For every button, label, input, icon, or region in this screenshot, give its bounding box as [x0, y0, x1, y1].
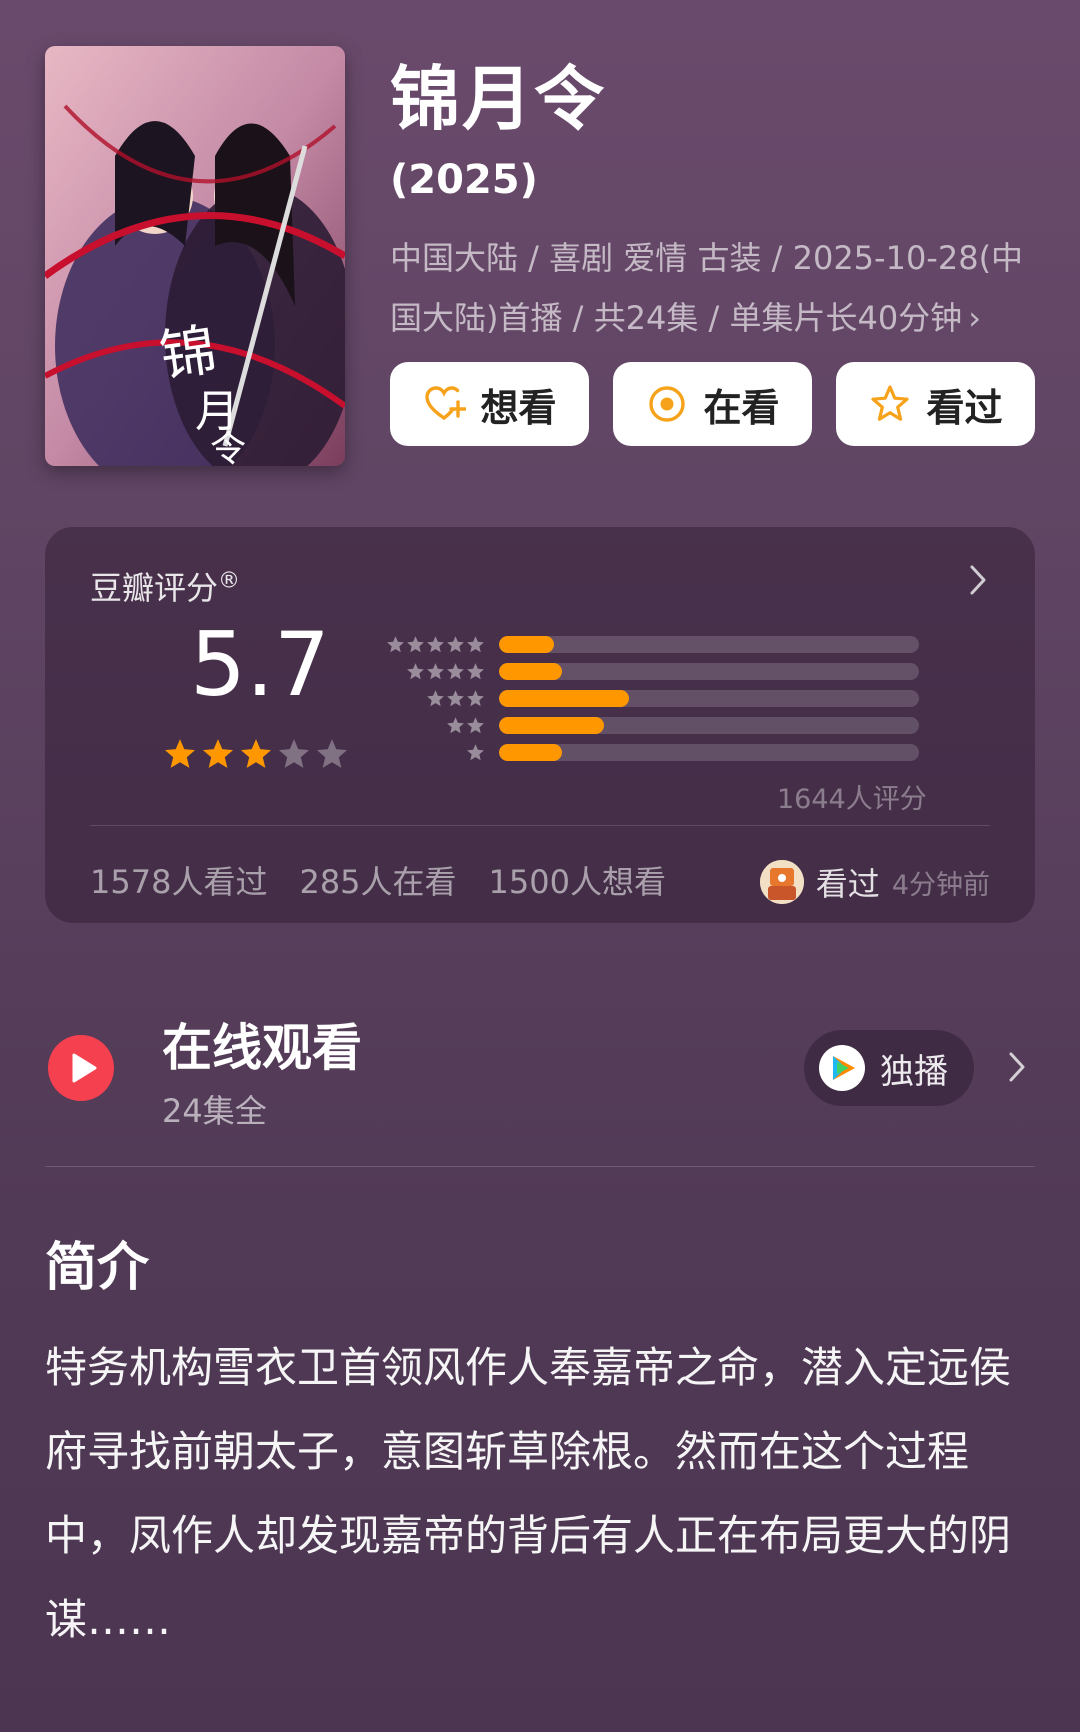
divider — [90, 825, 990, 826]
star-small-icon — [447, 717, 464, 734]
rating-bar-track — [499, 663, 919, 680]
svg-text:锦: 锦 — [156, 318, 221, 390]
action-buttons: 想看 在看 看过 — [390, 362, 1035, 446]
rating-row-stars — [375, 689, 485, 708]
friend-action: 看过 — [815, 865, 880, 903]
watched-label: 看过 — [926, 385, 1003, 430]
stat-watching[interactable]: 285人在看 — [299, 857, 456, 903]
rating-bar-fill — [499, 690, 630, 707]
chevron-right-icon: › — [968, 299, 981, 337]
friend-activity[interactable]: 看过 4分钟前 — [759, 859, 990, 905]
want-to-watch-button[interactable]: 想看 — [390, 362, 589, 446]
watching-button[interactable]: 在看 — [613, 362, 812, 446]
watching-label: 在看 — [703, 385, 780, 430]
rating-row-4-star — [375, 658, 919, 685]
rating-label-text: 豆瓣评分 — [90, 569, 219, 607]
rating-bar-fill — [499, 636, 554, 653]
movie-title: 锦月令 — [390, 58, 606, 140]
rating-bar-track — [499, 717, 919, 734]
stat-want[interactable]: 1500人想看 — [489, 857, 666, 903]
rating-row-stars — [375, 743, 485, 762]
avatar-image — [759, 860, 804, 904]
star-small-icon — [407, 663, 424, 680]
star-small-icon — [447, 636, 464, 653]
rating-row-5-star — [375, 631, 919, 658]
star-empty-icon — [316, 739, 348, 768]
rating-bar-fill — [499, 717, 604, 734]
rating-bar-track — [499, 744, 919, 761]
play-icon[interactable] — [47, 1034, 115, 1102]
rating-count: 1644人评分 — [777, 784, 927, 815]
star-small-icon — [407, 636, 424, 653]
want-to-watch-label: 想看 — [480, 385, 557, 430]
episode-count: 24集全 — [162, 1092, 267, 1130]
rating-distribution — [375, 631, 919, 766]
rating-row-3-star — [375, 685, 919, 712]
rating-card[interactable]: 豆瓣评分® 5.7 1644人评分 1578人看过 285人在看 1500人想看… — [45, 527, 1035, 923]
registered-mark: ® — [218, 568, 241, 594]
platform-label: 独播 — [880, 1051, 948, 1092]
star-filled-icon — [240, 739, 272, 768]
watch-stats: 1578人看过 285人在看 1500人想看 — [90, 857, 666, 903]
online-watch-title[interactable]: 在线观看 — [162, 1016, 362, 1080]
movie-detail-page: 锦 月 令 锦月令 (2025) 中国大陆 / 喜剧 爱情 古装 / 2025-… — [0, 0, 1080, 1732]
rating-bar-fill — [499, 663, 562, 680]
star-outline-icon — [871, 385, 910, 421]
poster-image[interactable]: 锦 月 令 — [45, 46, 345, 466]
synopsis-text[interactable]: 特务机构雪衣卫首领风作人奉嘉帝之命，潜入定远侯府寻找前朝太子，意图斩草除根。然而… — [45, 1326, 1035, 1662]
video-platform-logo-icon — [819, 1045, 865, 1091]
star-small-icon — [467, 744, 484, 761]
star-small-icon — [427, 636, 444, 653]
rating-bar-fill — [499, 744, 562, 761]
rating-source-label: 豆瓣评分® — [90, 563, 240, 609]
movie-meta-info[interactable]: 中国大陆 / 喜剧 爱情 古装 / 2025-10-28(中国大陆)首播 / 共… — [390, 228, 1030, 348]
rating-bar-track — [499, 690, 919, 707]
heart-plus-icon — [425, 386, 467, 420]
star-small-icon — [427, 690, 444, 707]
rating-row-stars — [375, 662, 485, 681]
divider — [45, 1166, 1035, 1167]
target-circle-icon — [649, 386, 686, 422]
rating-row-stars — [375, 635, 485, 654]
movie-meta-text: 中国大陆 / 喜剧 爱情 古装 / 2025-10-28(中国大陆)首播 / 共… — [390, 239, 1024, 337]
star-small-icon — [467, 663, 484, 680]
chevron-right-icon[interactable] — [967, 563, 989, 597]
rating-score: 5.7 — [190, 613, 330, 716]
avatar — [759, 860, 804, 904]
star-small-icon — [467, 690, 484, 707]
star-small-icon — [447, 663, 464, 680]
score-stars — [163, 737, 349, 771]
rating-row-stars — [375, 716, 485, 735]
poster-illustration: 锦 月 令 — [45, 46, 345, 466]
rating-row-1-star — [375, 739, 919, 766]
friend-time: 4分钟前 — [891, 869, 990, 901]
synopsis-heading: 简介 — [45, 1238, 150, 1298]
star-small-icon — [447, 690, 464, 707]
star-filled-icon — [202, 739, 234, 768]
star-empty-icon — [278, 739, 310, 768]
movie-year: (2025) — [390, 157, 538, 203]
rating-row-2-star — [375, 712, 919, 739]
star-small-icon — [467, 717, 484, 734]
rating-bar-track — [499, 636, 919, 653]
star-filled-icon — [164, 739, 196, 768]
chevron-right-icon[interactable] — [1006, 1050, 1028, 1084]
svg-text:令: 令 — [210, 429, 246, 466]
star-small-icon — [467, 636, 484, 653]
stat-watched[interactable]: 1578人看过 — [90, 857, 267, 903]
star-small-icon — [387, 636, 404, 653]
watched-button[interactable]: 看过 — [836, 362, 1035, 446]
star-small-icon — [427, 663, 444, 680]
platform-button[interactable]: 独播 — [804, 1030, 974, 1106]
